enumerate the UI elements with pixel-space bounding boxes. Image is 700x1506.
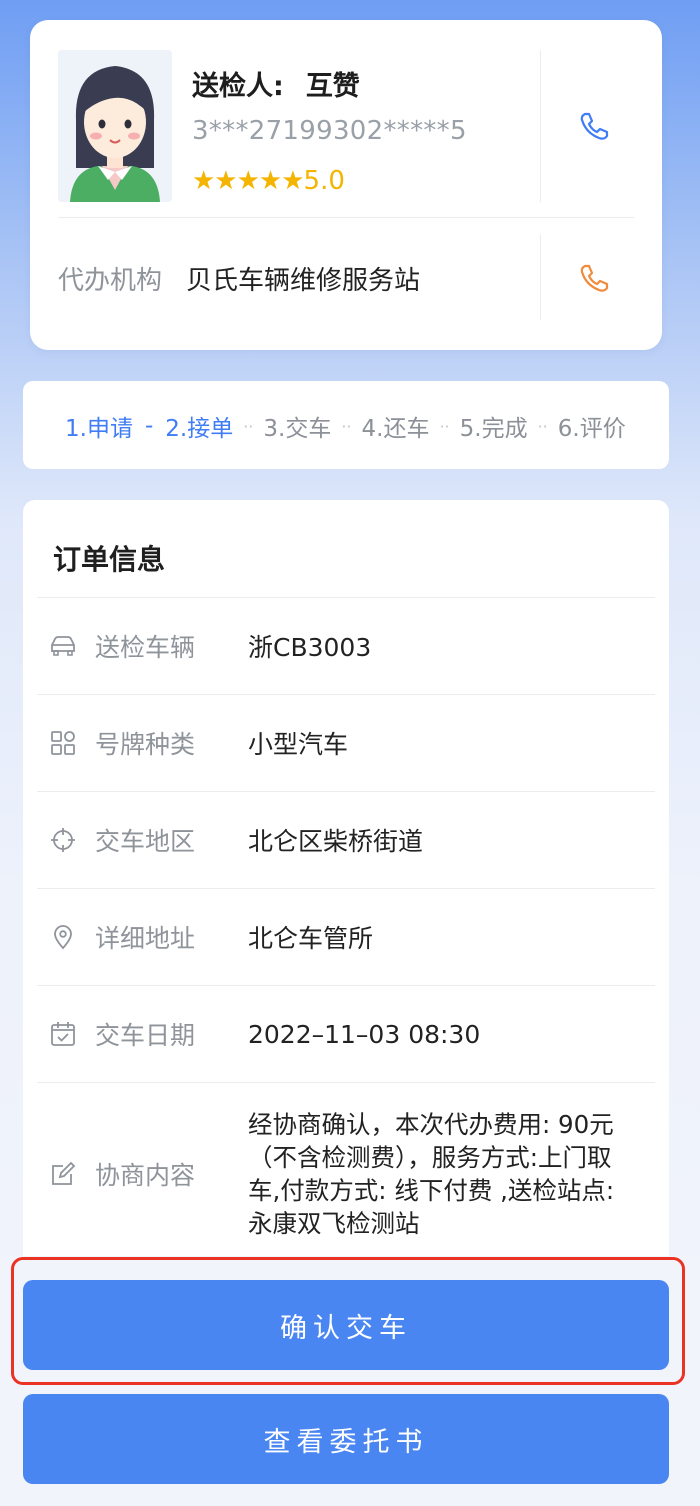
location-pin-icon	[49, 923, 77, 951]
call-agency-phone-icon[interactable]	[574, 258, 614, 298]
divider	[540, 234, 541, 320]
star-icons: ★★★★★	[192, 166, 305, 196]
divider	[58, 217, 634, 218]
sender-card: 送检人: 互赞 3***27199302*****5 ★★★★★ 5.0 代办机构 …	[30, 20, 662, 350]
sender-rating: ★★★★★ 5.0	[192, 166, 345, 196]
order-row-address: 详细地址 北仑车管所	[37, 889, 655, 985]
order-row-value: 经协商确认，本次代办费用: 90元（不含检测费），服务方式:上门取车,付款方式:…	[248, 1110, 615, 1238]
step-handover: 3.交车	[263, 416, 332, 442]
order-row-date: 交车日期 2022–11–03 08:30	[37, 986, 655, 1082]
order-row-vehicle: 送检车辆 浙CB3003	[37, 598, 655, 694]
order-row-handover-area: 交车地区 北仑区柴桥街道	[37, 792, 655, 888]
highlight-box	[11, 1257, 685, 1385]
sender-id-number: 3***27199302*****5	[192, 116, 467, 146]
order-row-value: 北仑车管所	[248, 924, 374, 953]
order-row-value: 北仑区柴桥街道	[248, 827, 424, 856]
agency-name: 贝氏车辆维修服务站	[186, 266, 421, 296]
order-row-label: 交车日期	[95, 1021, 196, 1050]
sender-name: 互赞	[305, 71, 360, 102]
agency-label: 代办机构	[58, 266, 163, 296]
sender-name-line: 送检人: 互赞	[192, 64, 360, 103]
order-title: 订单信息	[53, 543, 166, 576]
order-row-label: 协商内容	[95, 1161, 196, 1190]
divider	[540, 50, 541, 202]
progress-steps-card: 1.申请 - 2.接单 ·· 3.交车 ·· 4.还车 ·· 5.完成 ·· 6…	[23, 381, 669, 469]
order-row-value: 浙CB3003	[248, 633, 372, 662]
step-separator: -	[144, 413, 154, 439]
step-return: 4.还车	[361, 416, 430, 442]
car-icon	[49, 632, 77, 660]
crosshair-icon	[49, 826, 77, 854]
step-apply: 1.申请	[65, 416, 133, 442]
step-complete: 5.完成	[459, 416, 528, 442]
calendar-icon	[49, 1020, 77, 1048]
order-row-plate-type: 号牌种类 小型汽车	[37, 695, 655, 791]
sender-label: 送检人:	[192, 71, 284, 102]
order-row-value: 2022–11–03 08:30	[248, 1019, 481, 1049]
sender-avatar	[58, 50, 172, 202]
step-separator: ··	[537, 416, 548, 436]
order-row-label: 号牌种类	[95, 730, 196, 759]
grid-icon	[49, 729, 77, 757]
call-sender-phone-icon[interactable]	[574, 106, 614, 146]
progress-steps: 1.申请 - 2.接单 ·· 3.交车 ·· 4.还车 ·· 5.完成 ·· 6…	[65, 409, 626, 443]
step-accept: 2.接单	[165, 416, 234, 442]
divider	[37, 1082, 655, 1083]
order-row-label: 送检车辆	[95, 633, 196, 662]
step-separator: ··	[243, 416, 254, 436]
view-power-of-attorney-button[interactable]: 查看委托书	[23, 1394, 669, 1484]
order-row-value: 小型汽车	[248, 730, 349, 759]
edit-icon	[49, 1160, 77, 1188]
step-separator: ··	[439, 416, 450, 436]
rating-value: 5.0	[303, 166, 345, 196]
avatar-illustration	[58, 50, 172, 202]
order-row-label: 交车地区	[95, 827, 196, 856]
step-separator: ··	[341, 416, 352, 436]
order-row-label: 详细地址	[95, 924, 196, 953]
step-review: 6.评价	[557, 416, 626, 442]
order-row-negotiation: 协商内容 经协商确认，本次代办费用: 90元（不含检测费），服务方式:上门取车,…	[37, 1100, 655, 1248]
